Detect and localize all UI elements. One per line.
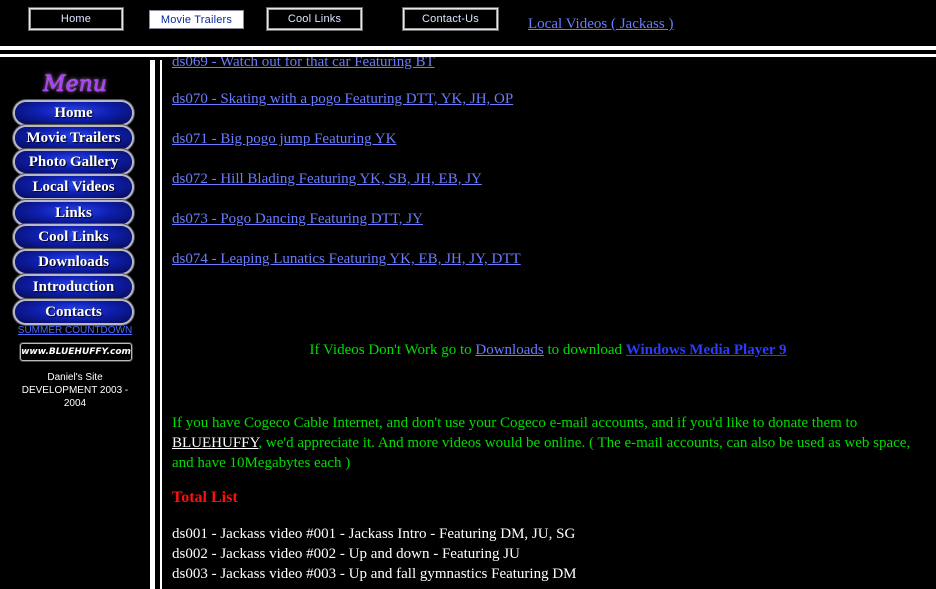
notice-middle: to download — [543, 342, 626, 358]
top-cool-links-button[interactable]: Cool Links — [269, 10, 360, 28]
sidebar-item-home[interactable]: Home — [15, 102, 132, 124]
top-home-button[interactable]: Home — [31, 10, 121, 28]
list-item: ds003 - Jackass video #003 - Up and fall… — [172, 566, 577, 582]
bluehuffy-link[interactable]: BLUEHUFFY — [172, 435, 258, 451]
sidebar-item-contacts[interactable]: Contacts — [15, 301, 132, 323]
donate-paragraph: If you have Cogeco Cable Internet, and d… — [172, 413, 928, 473]
top-contact-us-button[interactable]: Contact-Us — [405, 10, 496, 28]
downloads-link[interactable]: Downloads — [475, 342, 543, 358]
list-item: ds001 - Jackass video #001 - Jackass Int… — [172, 526, 576, 542]
horizontal-divider-top — [0, 46, 936, 50]
vertical-divider-right — [160, 60, 162, 589]
video-link-ds069[interactable]: ds069 - Watch out for that car Featuring… — [172, 57, 435, 71]
total-list-heading: Total List — [172, 489, 238, 506]
sidebar-item-links[interactable]: Links — [15, 202, 132, 224]
vertical-divider-left — [150, 60, 155, 589]
video-help-notice: If Videos Don't Work go to Downloads to … — [172, 342, 924, 359]
notice-prefix: If Videos Don't Work go to — [309, 342, 476, 358]
sidebar-menu: Menu Home Movie Trailers Photo Gallery L… — [0, 60, 150, 589]
sidebar-item-downloads[interactable]: Downloads — [15, 251, 132, 273]
development-note: Daniel's Site DEVELOPMENT 2003 - 2004 — [21, 372, 129, 409]
sidebar-item-photo-gallery[interactable]: Photo Gallery — [15, 151, 132, 173]
video-link-ds073[interactable]: ds073 - Pogo Dancing Featuring DTT, JY — [172, 211, 423, 228]
top-navigation-bar: Home Movie Trailers Cool Links Contact-U… — [0, 0, 936, 46]
sidebar-item-cool-links[interactable]: Cool Links — [15, 226, 132, 248]
video-link-ds074[interactable]: ds074 - Leaping Lunatics Featuring YK, E… — [172, 251, 521, 268]
sidebar-item-introduction[interactable]: Introduction — [15, 276, 132, 298]
windows-media-player-link[interactable]: Windows Media Player 9 — [626, 342, 787, 358]
video-link-ds070[interactable]: ds070 - Skating with a pogo Featuring DT… — [172, 91, 513, 108]
video-link-ds071[interactable]: ds071 - Big pogo jump Featuring YK — [172, 131, 396, 148]
summer-countdown-link[interactable]: SUMMER COUNTDOWN — [0, 325, 150, 336]
local-videos-jackass-link[interactable]: Local Videos ( Jackass ) — [528, 16, 673, 33]
donate-text-2: , we'd appreciate it. And more videos wo… — [172, 435, 911, 471]
video-link-ds072[interactable]: ds072 - Hill Blading Featuring YK, SB, J… — [172, 171, 482, 188]
sidebar-item-movie-trailers[interactable]: Movie Trailers — [15, 127, 132, 149]
main-content: ds069 - Watch out for that car Featuring… — [172, 57, 932, 589]
list-item: ds002 - Jackass video #002 - Up and down… — [172, 546, 520, 562]
top-movie-trailers-button[interactable]: Movie Trailers — [150, 11, 243, 28]
menu-title: Menu — [43, 72, 107, 97]
bluehuffy-logo[interactable]: www.BLUEHUFFY.com — [20, 343, 132, 361]
sidebar-item-local-videos[interactable]: Local Videos — [15, 176, 132, 198]
donate-text-1: If you have Cogeco Cable Internet, and d… — [172, 415, 858, 431]
